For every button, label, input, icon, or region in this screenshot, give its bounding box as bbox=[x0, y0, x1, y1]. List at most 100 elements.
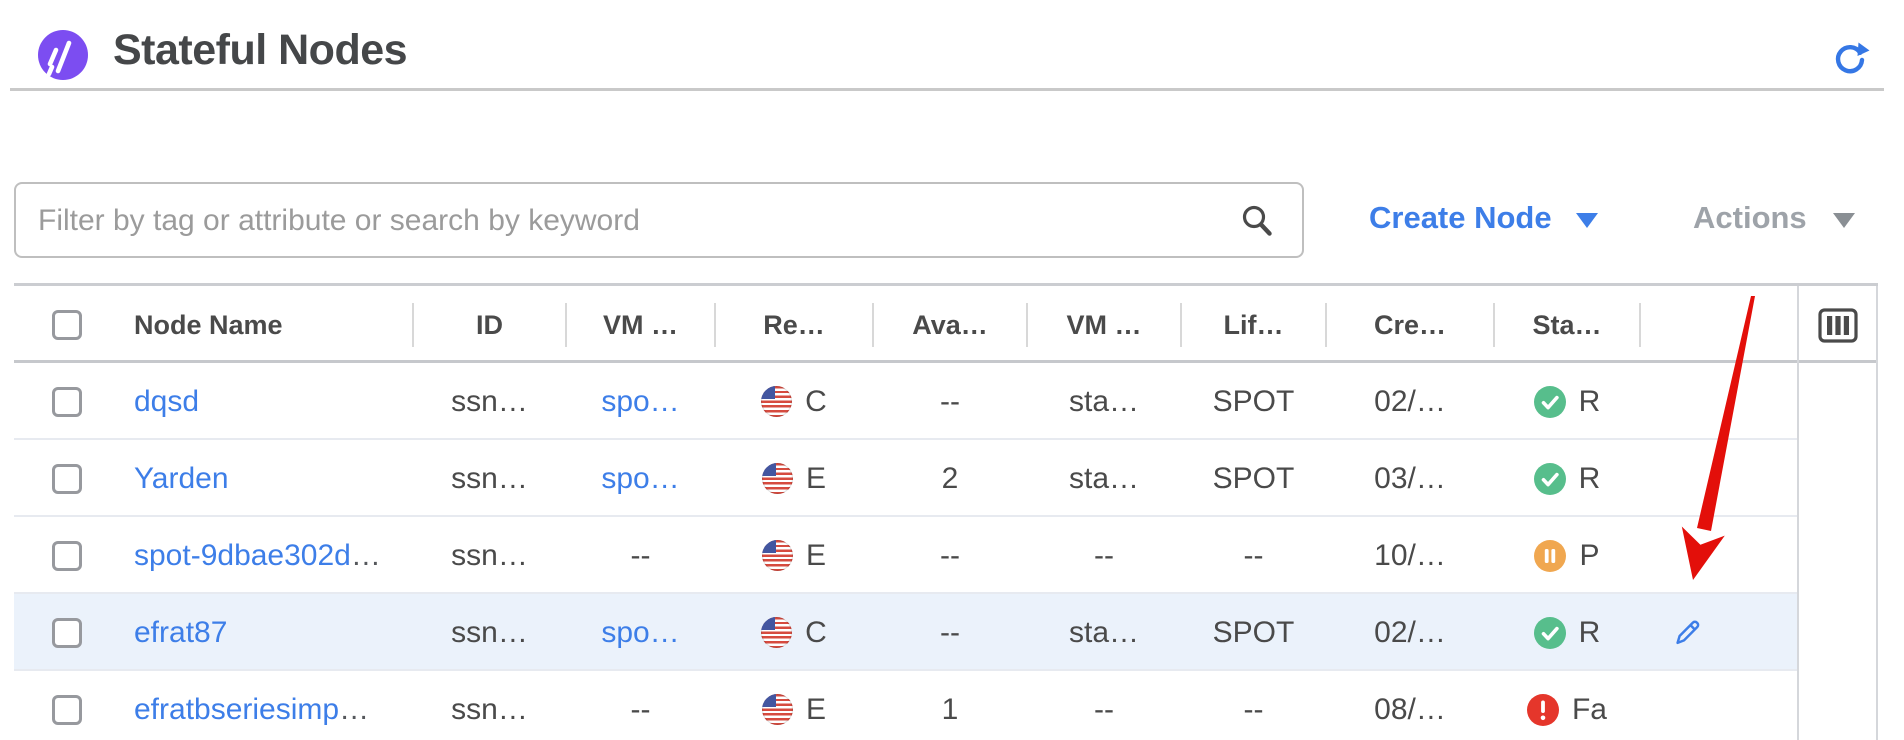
vm-status-cell: -- bbox=[1027, 671, 1181, 740]
running-status-icon bbox=[1534, 617, 1566, 649]
pinned-empty-cell bbox=[1797, 440, 1878, 517]
failed-status-icon bbox=[1527, 694, 1559, 726]
column-header-empty bbox=[1640, 288, 1797, 362]
row-checkbox[interactable] bbox=[52, 618, 82, 648]
node-id-cell: ssn… bbox=[413, 671, 566, 740]
table-row: dqsd ssn… spo… C -- sta… SPOT 02/… R bbox=[14, 363, 1878, 440]
vm-link: -- bbox=[631, 693, 651, 727]
actions-button[interactable]: Actions bbox=[1693, 186, 1855, 250]
paused-status-icon bbox=[1534, 540, 1566, 572]
table-body: dqsd ssn… spo… C -- sta… SPOT 02/… R bbox=[14, 363, 1878, 740]
page-title: Stateful Nodes bbox=[113, 26, 407, 75]
status-label: P bbox=[1579, 539, 1599, 573]
row-checkbox[interactable] bbox=[52, 464, 82, 494]
pinned-empty-cell bbox=[1797, 363, 1878, 440]
us-flag-icon bbox=[761, 617, 792, 648]
edit-button[interactable] bbox=[1672, 618, 1702, 648]
title-divider bbox=[10, 88, 1884, 91]
region-label: E bbox=[806, 693, 826, 727]
vm-link[interactable]: spo… bbox=[601, 616, 679, 650]
availability-cell: 2 bbox=[873, 440, 1027, 517]
node-id-cell: ssn… bbox=[413, 363, 566, 440]
pinned-empty-cell bbox=[1797, 671, 1878, 740]
node-name-cell: Yarden bbox=[120, 440, 413, 517]
status-label: R bbox=[1579, 462, 1601, 496]
status-cell: R bbox=[1494, 440, 1640, 517]
node-name-link[interactable]: efratbseriesimp bbox=[134, 693, 339, 727]
column-header-vm-name[interactable]: VM … bbox=[566, 288, 715, 362]
lifecycle-cell: -- bbox=[1181, 517, 1326, 594]
column-header-node-name[interactable]: Node Name bbox=[120, 288, 413, 362]
column-picker-button[interactable] bbox=[1817, 304, 1859, 346]
create-node-button[interactable]: Create Node bbox=[1369, 186, 1598, 250]
node-id-cell: ssn… bbox=[413, 440, 566, 517]
stateful-nodes-screen: Stateful Nodes Create Node Actions No bbox=[0, 0, 1904, 740]
vm-status-cell: sta… bbox=[1027, 363, 1181, 440]
refresh-icon bbox=[1830, 66, 1870, 81]
region-label: C bbox=[805, 616, 827, 650]
column-header-region[interactable]: Re… bbox=[715, 288, 873, 362]
table-row: efratbseriesimp… ssn… -- E 1 -- -- 08/… … bbox=[14, 671, 1878, 740]
search-icon[interactable] bbox=[1238, 202, 1276, 240]
status-label: Fa bbox=[1572, 693, 1607, 727]
column-header-availability[interactable]: Ava… bbox=[873, 288, 1027, 362]
vm-name-cell: -- bbox=[566, 671, 715, 740]
region-cell: E bbox=[715, 517, 873, 594]
status-cell: P bbox=[1494, 517, 1640, 594]
created-cell: 08/… bbox=[1326, 671, 1494, 740]
column-header-created[interactable]: Cre… bbox=[1326, 288, 1494, 362]
row-actions-cell bbox=[1640, 671, 1797, 740]
spot-logo-icon bbox=[38, 30, 88, 80]
filter-input[interactable] bbox=[36, 184, 1230, 258]
row-checkbox[interactable] bbox=[52, 387, 82, 417]
node-name-link[interactable]: Yarden bbox=[134, 462, 229, 496]
row-actions-cell bbox=[1640, 517, 1797, 594]
pinned-column-divider bbox=[1797, 286, 1799, 740]
region-label: E bbox=[806, 539, 826, 573]
lifecycle-cell: SPOT bbox=[1181, 594, 1326, 671]
vm-link: -- bbox=[631, 539, 651, 573]
status-label: R bbox=[1579, 616, 1601, 650]
created-cell: 03/… bbox=[1326, 440, 1494, 517]
region-cell: E bbox=[715, 671, 873, 740]
table-row: spot-9dbae302d… ssn… -- E -- -- -- 10/… … bbox=[14, 517, 1878, 594]
lifecycle-cell: SPOT bbox=[1181, 440, 1326, 517]
truncation-ellipsis: … bbox=[339, 693, 369, 727]
vm-link[interactable]: spo… bbox=[601, 462, 679, 496]
us-flag-icon bbox=[762, 540, 793, 571]
table-header-row: Node Name ID VM … Re… Ava… VM … Lif… Cre… bbox=[14, 286, 1878, 363]
refresh-button[interactable] bbox=[1830, 38, 1870, 78]
us-flag-icon bbox=[762, 694, 793, 725]
availability-cell: 1 bbox=[873, 671, 1027, 740]
table-row: Yarden ssn… spo… E 2 sta… SPOT 03/… R bbox=[14, 440, 1878, 517]
column-header-vm-status[interactable]: VM … bbox=[1027, 288, 1181, 362]
node-name-link[interactable]: efrat87 bbox=[134, 616, 227, 650]
node-name-link[interactable]: spot-9dbae302d bbox=[134, 539, 351, 573]
lifecycle-cell: -- bbox=[1181, 671, 1326, 740]
vm-status-cell: sta… bbox=[1027, 594, 1181, 671]
running-status-icon bbox=[1534, 463, 1566, 495]
column-header-lifecycle[interactable]: Lif… bbox=[1181, 288, 1326, 362]
created-cell: 02/… bbox=[1326, 594, 1494, 671]
column-header-id[interactable]: ID bbox=[413, 288, 566, 362]
node-name-cell: spot-9dbae302d… bbox=[120, 517, 413, 594]
row-actions-cell bbox=[1640, 363, 1797, 440]
vm-name-cell: spo… bbox=[566, 363, 715, 440]
row-actions-cell bbox=[1640, 594, 1797, 671]
status-cell: R bbox=[1494, 594, 1640, 671]
table-row: efrat87 ssn… spo… C -- sta… SPOT 02/… R bbox=[14, 594, 1878, 671]
chevron-down-icon bbox=[1833, 213, 1855, 228]
row-checkbox[interactable] bbox=[52, 695, 82, 725]
select-all-checkbox[interactable] bbox=[52, 310, 82, 340]
node-name-cell: efratbseriesimp… bbox=[120, 671, 413, 740]
filter-box bbox=[14, 182, 1304, 258]
row-checkbox[interactable] bbox=[52, 541, 82, 571]
us-flag-icon bbox=[762, 463, 793, 494]
vm-link[interactable]: spo… bbox=[601, 385, 679, 419]
node-name-link[interactable]: dqsd bbox=[134, 385, 199, 419]
truncation-ellipsis: … bbox=[351, 539, 381, 573]
availability-cell: -- bbox=[873, 594, 1027, 671]
column-header-status[interactable]: Sta… bbox=[1494, 288, 1640, 362]
actions-label: Actions bbox=[1693, 200, 1807, 236]
nodes-table: Node Name ID VM … Re… Ava… VM … Lif… Cre… bbox=[14, 283, 1878, 740]
